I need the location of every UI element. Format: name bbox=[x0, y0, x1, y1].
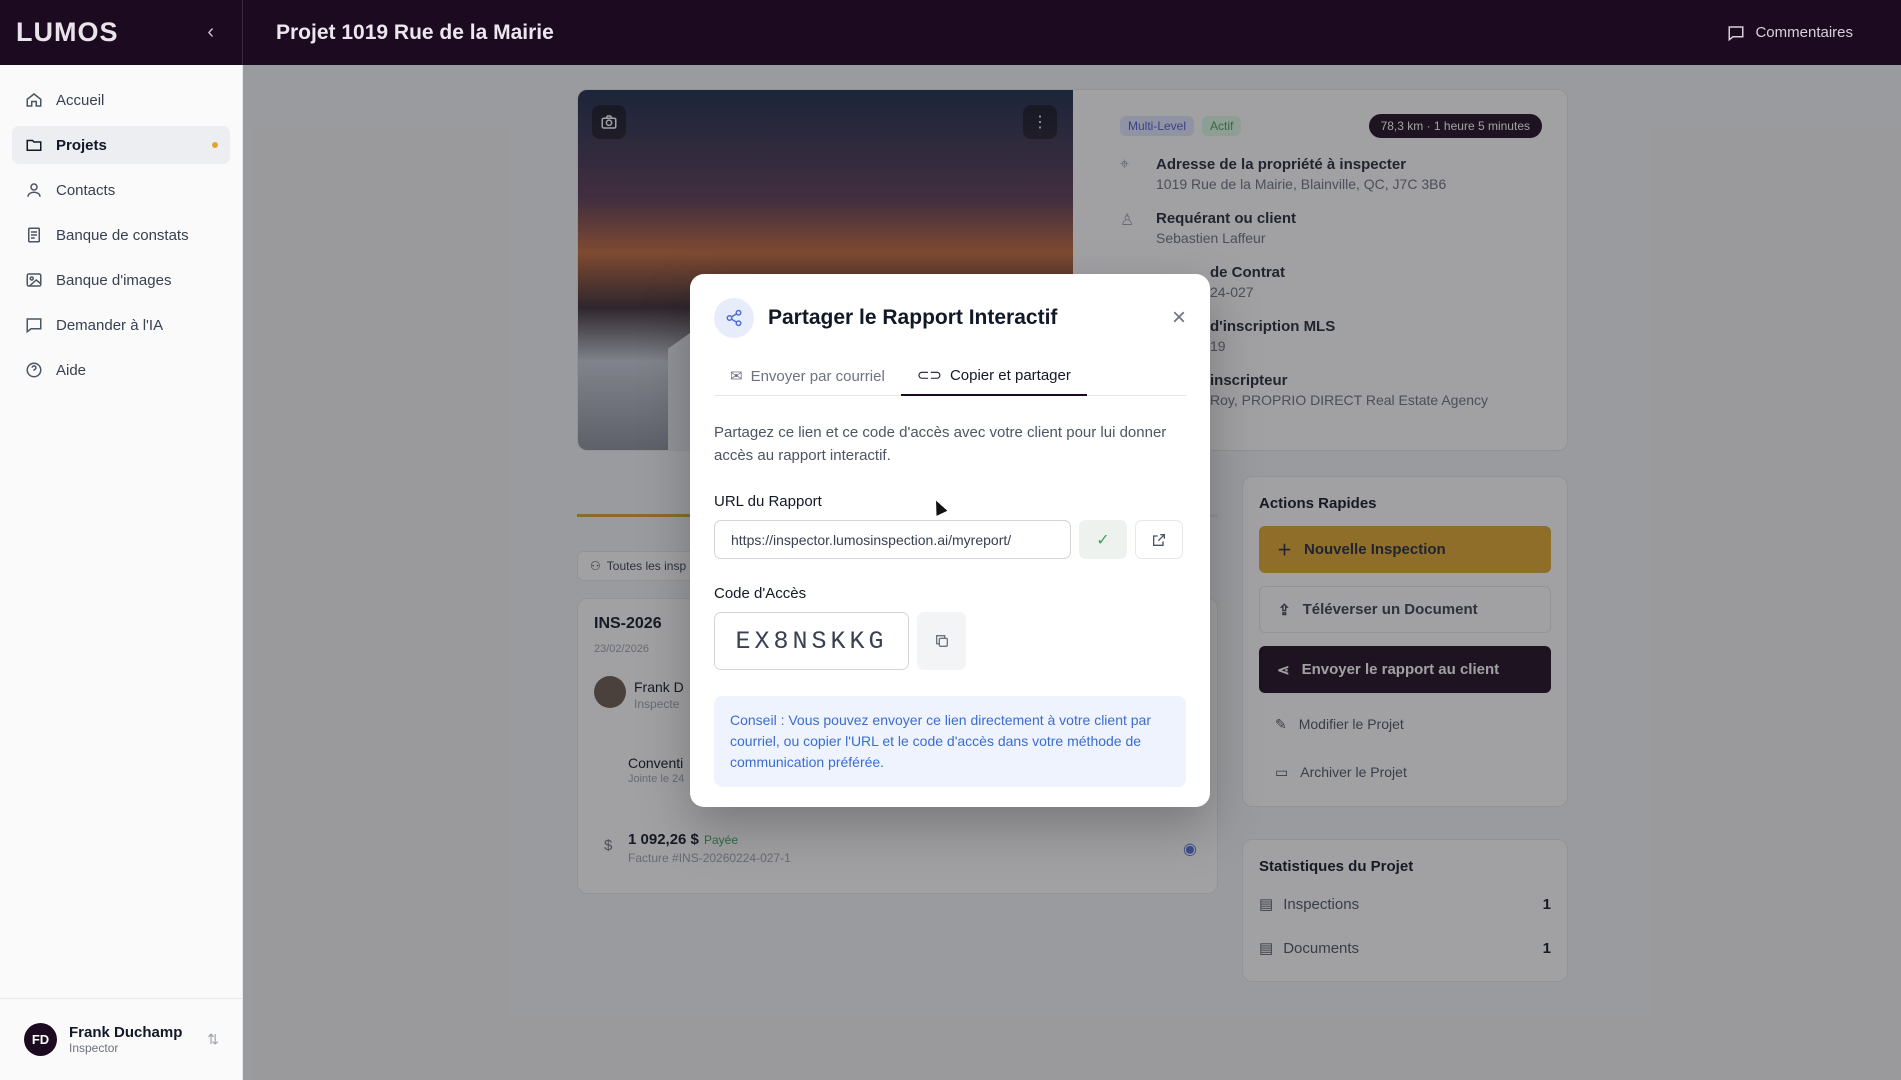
user-name: Frank Duchamp bbox=[69, 1024, 183, 1041]
sidebar-nav: Accueil Projets Contacts Banque de const… bbox=[0, 65, 242, 412]
top-bar: LUMOS ‹ Projet 1019 Rue de la Mairie Com… bbox=[0, 0, 1901, 65]
sidebar-item-contacts[interactable]: Contacts bbox=[12, 171, 230, 209]
share-description: Partagez ce lien et ce code d'accès avec… bbox=[714, 424, 1167, 464]
chat-icon bbox=[24, 315, 44, 335]
page-title: Projet 1019 Rue de la Mairie bbox=[276, 20, 554, 44]
tab-copy-share[interactable]: ⊂⊃ Copier et partager bbox=[900, 356, 1087, 396]
sidebar-item-label: Accueil bbox=[56, 91, 105, 109]
sidebar-item-ia[interactable]: Demander à l'IA bbox=[12, 306, 230, 344]
sidebar-item-accueil[interactable]: Accueil bbox=[12, 81, 230, 119]
book-icon bbox=[24, 225, 44, 245]
copy-url-button[interactable]: ✓ bbox=[1079, 520, 1127, 559]
user-icon bbox=[24, 180, 44, 200]
access-code-value: EX8NSKKG bbox=[714, 612, 909, 670]
modal-tabs: ✉ Envoyer par courriel ⊂⊃ Copier et part… bbox=[714, 356, 1186, 396]
copy-icon bbox=[935, 635, 948, 647]
help-icon bbox=[24, 360, 44, 380]
check-icon: ✓ bbox=[1096, 531, 1110, 549]
tab-email[interactable]: ✉ Envoyer par courriel bbox=[714, 356, 901, 396]
sidebar-item-label: Banque de constats bbox=[56, 226, 189, 244]
sidebar-item-label: Projets bbox=[56, 136, 107, 154]
image-icon bbox=[24, 270, 44, 290]
logo-area: LUMOS ‹ bbox=[0, 0, 243, 65]
external-link-icon bbox=[1153, 533, 1165, 546]
comments-button[interactable]: Commentaires bbox=[1727, 0, 1853, 65]
switch-account-icon[interactable]: ⇅ bbox=[207, 1031, 219, 1048]
copy-code-button[interactable] bbox=[917, 612, 966, 670]
comments-label: Commentaires bbox=[1755, 24, 1853, 41]
active-dot bbox=[212, 142, 218, 148]
share-icon bbox=[714, 298, 754, 338]
sidebar: Accueil Projets Contacts Banque de const… bbox=[0, 65, 243, 1080]
tip-box: Conseil : Vous pouvez envoyer ce lien di… bbox=[714, 696, 1186, 787]
access-code-row: EX8NSKKG bbox=[714, 612, 1186, 670]
folder-icon bbox=[24, 135, 44, 155]
sidebar-item-label: Banque d'images bbox=[56, 271, 172, 289]
sidebar-item-constats[interactable]: Banque de constats bbox=[12, 216, 230, 254]
share-report-modal: Partager le Rapport Interactif × ✉ Envoy… bbox=[690, 274, 1210, 807]
tab-email-label: Envoyer par courriel bbox=[750, 367, 885, 385]
home-icon bbox=[24, 90, 44, 110]
collapse-sidebar-icon[interactable]: ‹ bbox=[207, 21, 214, 44]
sidebar-item-label: Demander à l'IA bbox=[56, 316, 164, 334]
app-logo: LUMOS bbox=[16, 17, 119, 47]
close-icon[interactable]: × bbox=[1172, 306, 1186, 330]
mail-icon: ✉ bbox=[730, 368, 743, 385]
avatar: FD bbox=[24, 1023, 57, 1056]
modal-title: Partager le Rapport Interactif bbox=[768, 306, 1058, 329]
access-code-label: Code d'Accès bbox=[714, 585, 807, 602]
open-url-button[interactable] bbox=[1135, 520, 1183, 559]
tab-copy-label: Copier et partager bbox=[949, 366, 1071, 384]
sidebar-item-images[interactable]: Banque d'images bbox=[12, 261, 230, 299]
link-icon: ⊂⊃ bbox=[916, 367, 942, 384]
comment-icon bbox=[1728, 25, 1744, 41]
sidebar-item-label: Aide bbox=[56, 361, 87, 379]
user-profile[interactable]: FD Frank Duchamp Inspector ⇅ bbox=[0, 998, 243, 1080]
url-row: ✓ bbox=[714, 520, 1186, 559]
report-url-input[interactable] bbox=[714, 520, 1071, 559]
modal-header: Partager le Rapport Interactif × bbox=[714, 298, 1186, 338]
sidebar-item-aide[interactable]: Aide bbox=[12, 351, 230, 389]
sidebar-item-projets[interactable]: Projets bbox=[12, 126, 230, 164]
user-role: Inspector bbox=[69, 1041, 119, 1055]
url-label: URL du Rapport bbox=[714, 493, 822, 510]
sidebar-item-label: Contacts bbox=[56, 181, 116, 199]
